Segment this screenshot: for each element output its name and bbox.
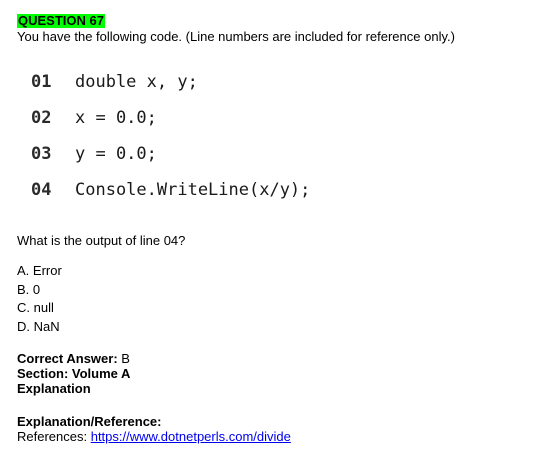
option-letter: A. (17, 263, 30, 278)
answer-block: Correct Answer: B Section: Volume A Expl… (17, 351, 130, 396)
option-text: Error (32, 263, 62, 278)
exam-question-page: QUESTION 67 You have the following code.… (0, 0, 555, 458)
code-line: 03 y = 0.0; (17, 138, 157, 170)
option-a: A. Error (17, 263, 62, 282)
line-number: 02 (31, 108, 52, 128)
reference-link[interactable]: https://www.dotnetperls.com/divide (91, 429, 291, 444)
question-heading: QUESTION 67 (17, 13, 105, 28)
line-number: 01 (31, 72, 52, 92)
code-snippet-image: 01 double x, y; 02 x = 0.0; 03 y = 0.0; … (17, 58, 357, 218)
reference-block: Explanation/Reference: References: https… (17, 414, 291, 444)
option-c: C. null (17, 300, 62, 319)
option-letter: C. (17, 300, 30, 315)
option-letter: B. (17, 281, 30, 297)
question-intro: You have the following code. (Line numbe… (17, 29, 455, 44)
code-line: 04 Console.WriteLine(x/y); (17, 174, 310, 206)
option-text: 0 (32, 281, 41, 297)
code-line: 02 x = 0.0; (17, 102, 157, 134)
section-label: Section: Volume A (17, 366, 131, 381)
explanation-heading: Explanation (17, 381, 91, 396)
option-b: B. 0 (17, 282, 62, 301)
question-prompt: What is the output of line 04? (17, 233, 186, 248)
code-line: 01 double x, y; (17, 66, 198, 98)
option-d: D. NaN (17, 319, 62, 338)
answer-options: A. Error B. 0 C. null D. NaN (17, 263, 62, 337)
line-number: 03 (31, 144, 52, 164)
code-text: x = 0.0; (75, 108, 157, 128)
reference-heading: Explanation/Reference: (17, 414, 162, 429)
code-text: y = 0.0; (75, 144, 157, 164)
code-text: double x, y; (75, 72, 198, 92)
correct-answer-value: B (121, 351, 130, 366)
option-text: NaN (33, 318, 60, 334)
line-number: 04 (31, 180, 52, 200)
reference-line: References: https://www.dotnetperls.com/… (17, 429, 291, 444)
option-letter: D. (17, 318, 30, 334)
correct-answer-label: Correct Answer: (17, 351, 118, 366)
code-text: Console.WriteLine(x/y); (75, 180, 311, 200)
option-text: null (33, 300, 54, 315)
reference-label: References: (17, 429, 88, 444)
correct-answer-line: Correct Answer: B (17, 351, 130, 366)
